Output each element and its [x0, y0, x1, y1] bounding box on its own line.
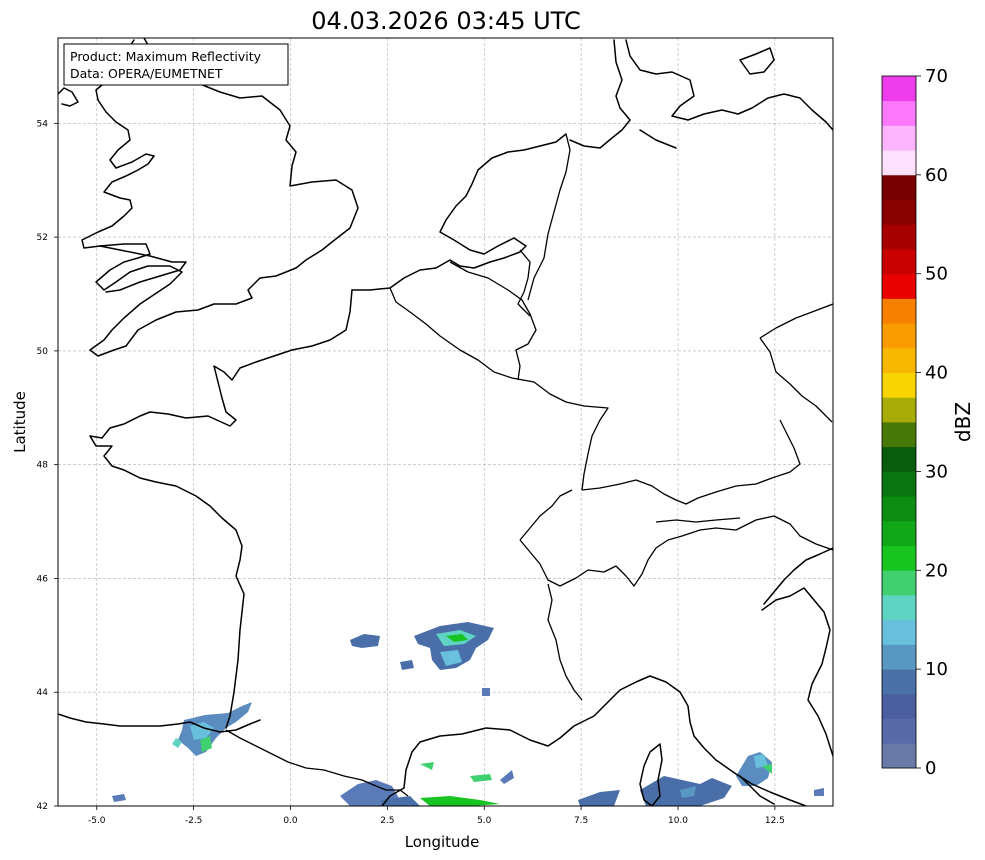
colorbar-segment: [882, 199, 916, 225]
y-tick-label: 50: [37, 347, 49, 357]
colorbar-segment: [882, 644, 916, 670]
colorbar-segment: [882, 174, 916, 200]
colorbar-tick-label: 70: [925, 66, 948, 87]
colorbar-segment: [882, 347, 916, 373]
colorbar-ticks: 0 10 20 30 40 50 60 70: [916, 66, 948, 779]
colorbar-segment: [882, 100, 916, 126]
x-tick-label: 0.0: [283, 816, 298, 826]
y-tick-label: 52: [37, 233, 48, 243]
colorbar-segment: [882, 743, 916, 769]
colorbar-label: dBZ: [951, 402, 975, 442]
colorbar-segment: [882, 298, 916, 324]
x-axis-ticks: -5.0 -2.5 0.0 2.5 5.0 7.5 10.0 12.5: [88, 806, 785, 826]
colorbar-segment: [882, 422, 916, 448]
y-tick-label: 42: [37, 802, 48, 812]
colorbar-segment: [882, 619, 916, 645]
y-tick-label: 48: [37, 461, 49, 471]
colorbar-segment: [882, 125, 916, 151]
y-tick-label: 44: [37, 688, 49, 698]
x-axis-label: Longitude: [405, 833, 480, 851]
colorbar-segment: [882, 323, 916, 349]
x-tick-label: 2.5: [380, 816, 394, 826]
colorbar-segment: [882, 496, 916, 522]
colorbar-segment: [882, 76, 916, 102]
colorbar-segment: [882, 273, 916, 299]
colorbar-segment: [882, 669, 916, 695]
y-tick-label: 54: [37, 119, 49, 129]
colorbar-segment: [882, 224, 916, 250]
map-title: 04.03.2026 03:45 UTC: [311, 7, 580, 35]
y-tick-label: 46: [37, 574, 49, 584]
radar-map-figure: 04.03.2026 03:45 UTC Product: Maximum Re…: [11, 7, 975, 851]
colorbar-segment: [882, 249, 916, 275]
colorbar-segment: [882, 693, 916, 719]
map-panel: Product: Maximum Reflectivity Data: OPER…: [57, 37, 834, 807]
colorbar-segment: [882, 718, 916, 744]
colorbar-tick-label: 30: [925, 461, 948, 482]
x-tick-label: 12.5: [765, 816, 785, 826]
colorbar-tick-label: 60: [925, 165, 948, 186]
colorbar-tick-label: 0: [925, 758, 936, 779]
colorbar-segment: [882, 372, 916, 398]
colorbar-tick-label: 40: [925, 363, 948, 384]
colorbar-segment: [882, 446, 916, 472]
colorbar-segment: [882, 595, 916, 621]
y-axis-label: Latitude: [11, 391, 29, 453]
colorbar-tick-label: 10: [925, 659, 948, 680]
y-axis-ticks: 42 44 46 48 50 52 54: [37, 119, 58, 812]
colorbar-segment: [882, 471, 916, 497]
colorbar-segment: [882, 570, 916, 596]
colorbar-tick-label: 50: [925, 264, 948, 285]
x-tick-label: 7.5: [574, 816, 588, 826]
info-product: Product: Maximum Reflectivity: [70, 49, 262, 64]
colorbar-tick-label: 20: [925, 560, 948, 581]
colorbar: [881, 75, 917, 769]
colorbar-segment: [882, 545, 916, 571]
x-tick-label: -5.0: [88, 816, 106, 826]
x-tick-label: -2.5: [185, 816, 203, 826]
colorbar-segment: [882, 520, 916, 546]
info-data-source: Data: OPERA/EUMETNET: [70, 66, 223, 81]
colorbar-segment: [882, 397, 916, 423]
x-tick-label: 5.0: [477, 816, 492, 826]
map-background: [58, 38, 833, 806]
colorbar-segment: [882, 150, 916, 176]
x-tick-label: 10.0: [668, 816, 688, 826]
info-box: Product: Maximum Reflectivity Data: OPER…: [63, 43, 289, 86]
